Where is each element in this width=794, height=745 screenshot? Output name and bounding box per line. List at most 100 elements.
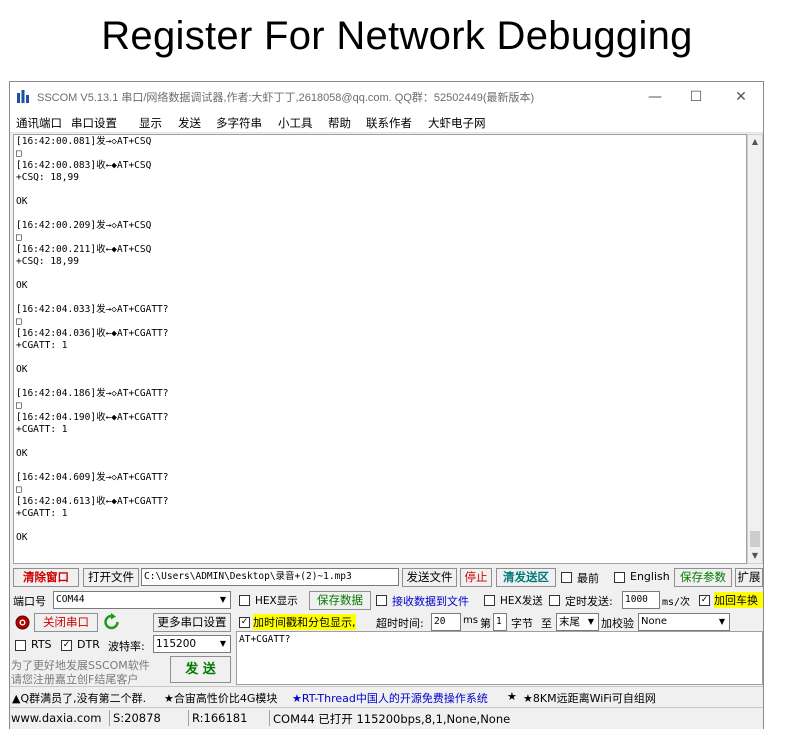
log-line: [16:42:00.211]收←◆AT+CSQ xyxy=(16,244,152,255)
interval-input[interactable]: 1000 xyxy=(622,591,660,609)
english-label: English xyxy=(630,570,670,583)
send-file-button[interactable]: 发送文件 xyxy=(402,568,457,587)
promo-line-2[interactable]: 请您注册嘉立创F结尾客户 xyxy=(11,671,138,687)
chevron-down-icon[interactable]: ▼ xyxy=(216,636,230,652)
ad-text-1[interactable]: ▲Q群满员了,没有第二个群. xyxy=(12,690,146,706)
log-line: [16:42:04.033]发→◇AT+CGATT? xyxy=(16,304,169,315)
add-crlf-label: 加回车换 xyxy=(714,592,763,608)
ad-text-2[interactable]: ★合宙高性价比4G模块 xyxy=(164,690,277,706)
title-bar[interactable]: SSCOM V5.13.1 串口/网络数据调试器,作者:大虾丁丁,2618058… xyxy=(10,82,763,112)
ad-bar: ▲Q群满员了,没有第二个群. ★合宙高性价比4G模块 ★RT-Thread中国人… xyxy=(10,686,763,706)
timeout-input[interactable]: 20 xyxy=(431,613,461,631)
port-status-icon xyxy=(15,615,30,630)
chevron-down-icon[interactable]: ▼ xyxy=(584,614,598,630)
menu-tools[interactable]: 小工具 xyxy=(278,115,313,131)
hex-display-label: HEX显示 xyxy=(255,595,298,607)
hex-send-label: HEX发送 xyxy=(500,595,543,607)
menu-bar: 通讯端口 串口设置 显示 发送 多字符串 小工具 帮助 联系作者 大虾电子网 xyxy=(10,112,763,133)
menu-comm-port[interactable]: 通讯端口 xyxy=(16,115,62,131)
end-select[interactable]: 末尾 ▼ xyxy=(556,613,599,631)
to-label: 至 xyxy=(541,617,552,630)
log-line: □ xyxy=(16,484,22,495)
send-button[interactable]: 发 送 xyxy=(170,656,231,683)
log-line: +CGATT: 1 xyxy=(16,508,68,519)
checksum-select[interactable]: None ▼ xyxy=(638,613,730,631)
port-label: 端口号 xyxy=(13,595,46,608)
more-settings-button[interactable]: 更多串口设置 xyxy=(153,613,231,632)
timestamp-checkbox[interactable]: ✓ xyxy=(239,617,250,628)
dtr-checkbox[interactable]: ✓ xyxy=(61,640,72,651)
save-params-button[interactable]: 保存参数 xyxy=(674,568,732,587)
status-divider xyxy=(188,710,189,726)
log-line: +CGATT: 1 xyxy=(16,340,68,351)
clear-send-button[interactable]: 清发送区 xyxy=(496,568,556,587)
checksum-value: None xyxy=(641,616,668,627)
log-line: [16:42:04.036]收←◆AT+CGATT? xyxy=(16,328,169,339)
port-select[interactable]: COM44 ▼ xyxy=(53,591,231,609)
window-title: SSCOM V5.13.1 串口/网络数据调试器,作者:大虾丁丁,2618058… xyxy=(37,92,535,104)
ad-text-3[interactable]: ★RT-Thread中国人的开源免费操作系统 xyxy=(292,690,488,706)
scroll-up-icon[interactable]: ▲ xyxy=(748,135,762,149)
status-site[interactable]: www.daxia.com xyxy=(11,711,101,725)
menu-send[interactable]: 发送 xyxy=(178,115,201,131)
log-line: +CSQ: 18,99 xyxy=(16,256,79,267)
save-data-button[interactable]: 保存数据 xyxy=(309,591,371,610)
open-file-button[interactable]: 打开文件 xyxy=(83,568,139,587)
log-scrollbar[interactable]: ▲ ▼ xyxy=(747,134,763,564)
menu-help[interactable]: 帮助 xyxy=(328,115,351,131)
chevron-down-icon[interactable]: ▼ xyxy=(715,614,729,630)
scroll-thumb[interactable] xyxy=(750,531,760,547)
log-line: [16:42:04.186]发→◇AT+CGATT? xyxy=(16,388,169,399)
ad-text-5[interactable]: ★8KM远距离WiFi可自组网 xyxy=(523,690,656,706)
menu-contact-author[interactable]: 联系作者 xyxy=(366,115,412,131)
english-checkbox[interactable] xyxy=(614,572,625,583)
menu-multi-string[interactable]: 多字符串 xyxy=(216,115,262,131)
log-line: [16:42:04.609]发→◇AT+CGATT? xyxy=(16,472,169,483)
menu-display[interactable]: 显示 xyxy=(139,115,162,131)
send-text-area[interactable]: AT+CGATT? xyxy=(236,631,763,685)
nth-label: 第 xyxy=(480,617,491,630)
menu-daxia-site[interactable]: 大虾电子网 xyxy=(428,115,486,131)
maximize-icon[interactable]: ☐ xyxy=(681,85,711,109)
hex-display-checkbox[interactable] xyxy=(239,595,250,606)
refresh-icon[interactable] xyxy=(103,613,120,631)
log-line: OK xyxy=(16,364,28,375)
stop-button[interactable]: 停止 xyxy=(460,568,492,587)
receive-log[interactable]: [16:42:00.081]发→◇AT+CSQ □ [16:42:00.083]收←… xyxy=(13,134,747,564)
chevron-down-icon[interactable]: ▼ xyxy=(216,592,230,608)
timed-send-label: 定时发送: xyxy=(565,595,613,608)
minimize-icon[interactable]: — xyxy=(640,85,670,109)
dtr-label: DTR xyxy=(77,638,100,651)
close-icon[interactable]: ✕ xyxy=(726,85,756,109)
rts-checkbox[interactable] xyxy=(15,640,26,651)
end-value: 末尾 xyxy=(559,616,580,628)
interval-unit: ms/次 xyxy=(662,597,691,608)
log-line: +CSQ: 18,99 xyxy=(16,172,79,183)
baud-select[interactable]: 115200 ▼ xyxy=(153,635,231,653)
expand-button[interactable]: 扩展 xyxy=(735,568,763,587)
scroll-down-icon[interactable]: ▼ xyxy=(748,549,762,563)
latest-checkbox[interactable] xyxy=(561,572,572,583)
log-line: OK xyxy=(16,196,28,207)
log-line: OK xyxy=(16,532,28,543)
menu-serial-settings[interactable]: 串口设置 xyxy=(71,115,117,131)
status-received-count: R:166181 xyxy=(192,711,248,725)
clear-window-button[interactable]: 清除窗口 xyxy=(13,568,79,587)
page-heading: Register For Network Debugging xyxy=(101,14,693,58)
log-line: OK xyxy=(16,280,28,291)
hex-send-checkbox[interactable] xyxy=(484,595,495,606)
close-port-button[interactable]: 关闭串口 xyxy=(34,613,98,632)
nth-input[interactable]: 1 xyxy=(493,613,507,631)
log-line: [16:42:00.081]发→◇AT+CSQ xyxy=(16,136,152,147)
recv-to-file-checkbox[interactable] xyxy=(376,595,387,606)
timed-send-checkbox[interactable] xyxy=(549,595,560,606)
file-path-input[interactable]: C:\Users\ADMIN\Desktop\录音+(2)~1.mp3 xyxy=(141,568,399,586)
add-crlf-checkbox[interactable]: ✓ xyxy=(699,595,710,606)
log-line: [16:42:04.613]收←◆AT+CGATT? xyxy=(16,496,169,507)
